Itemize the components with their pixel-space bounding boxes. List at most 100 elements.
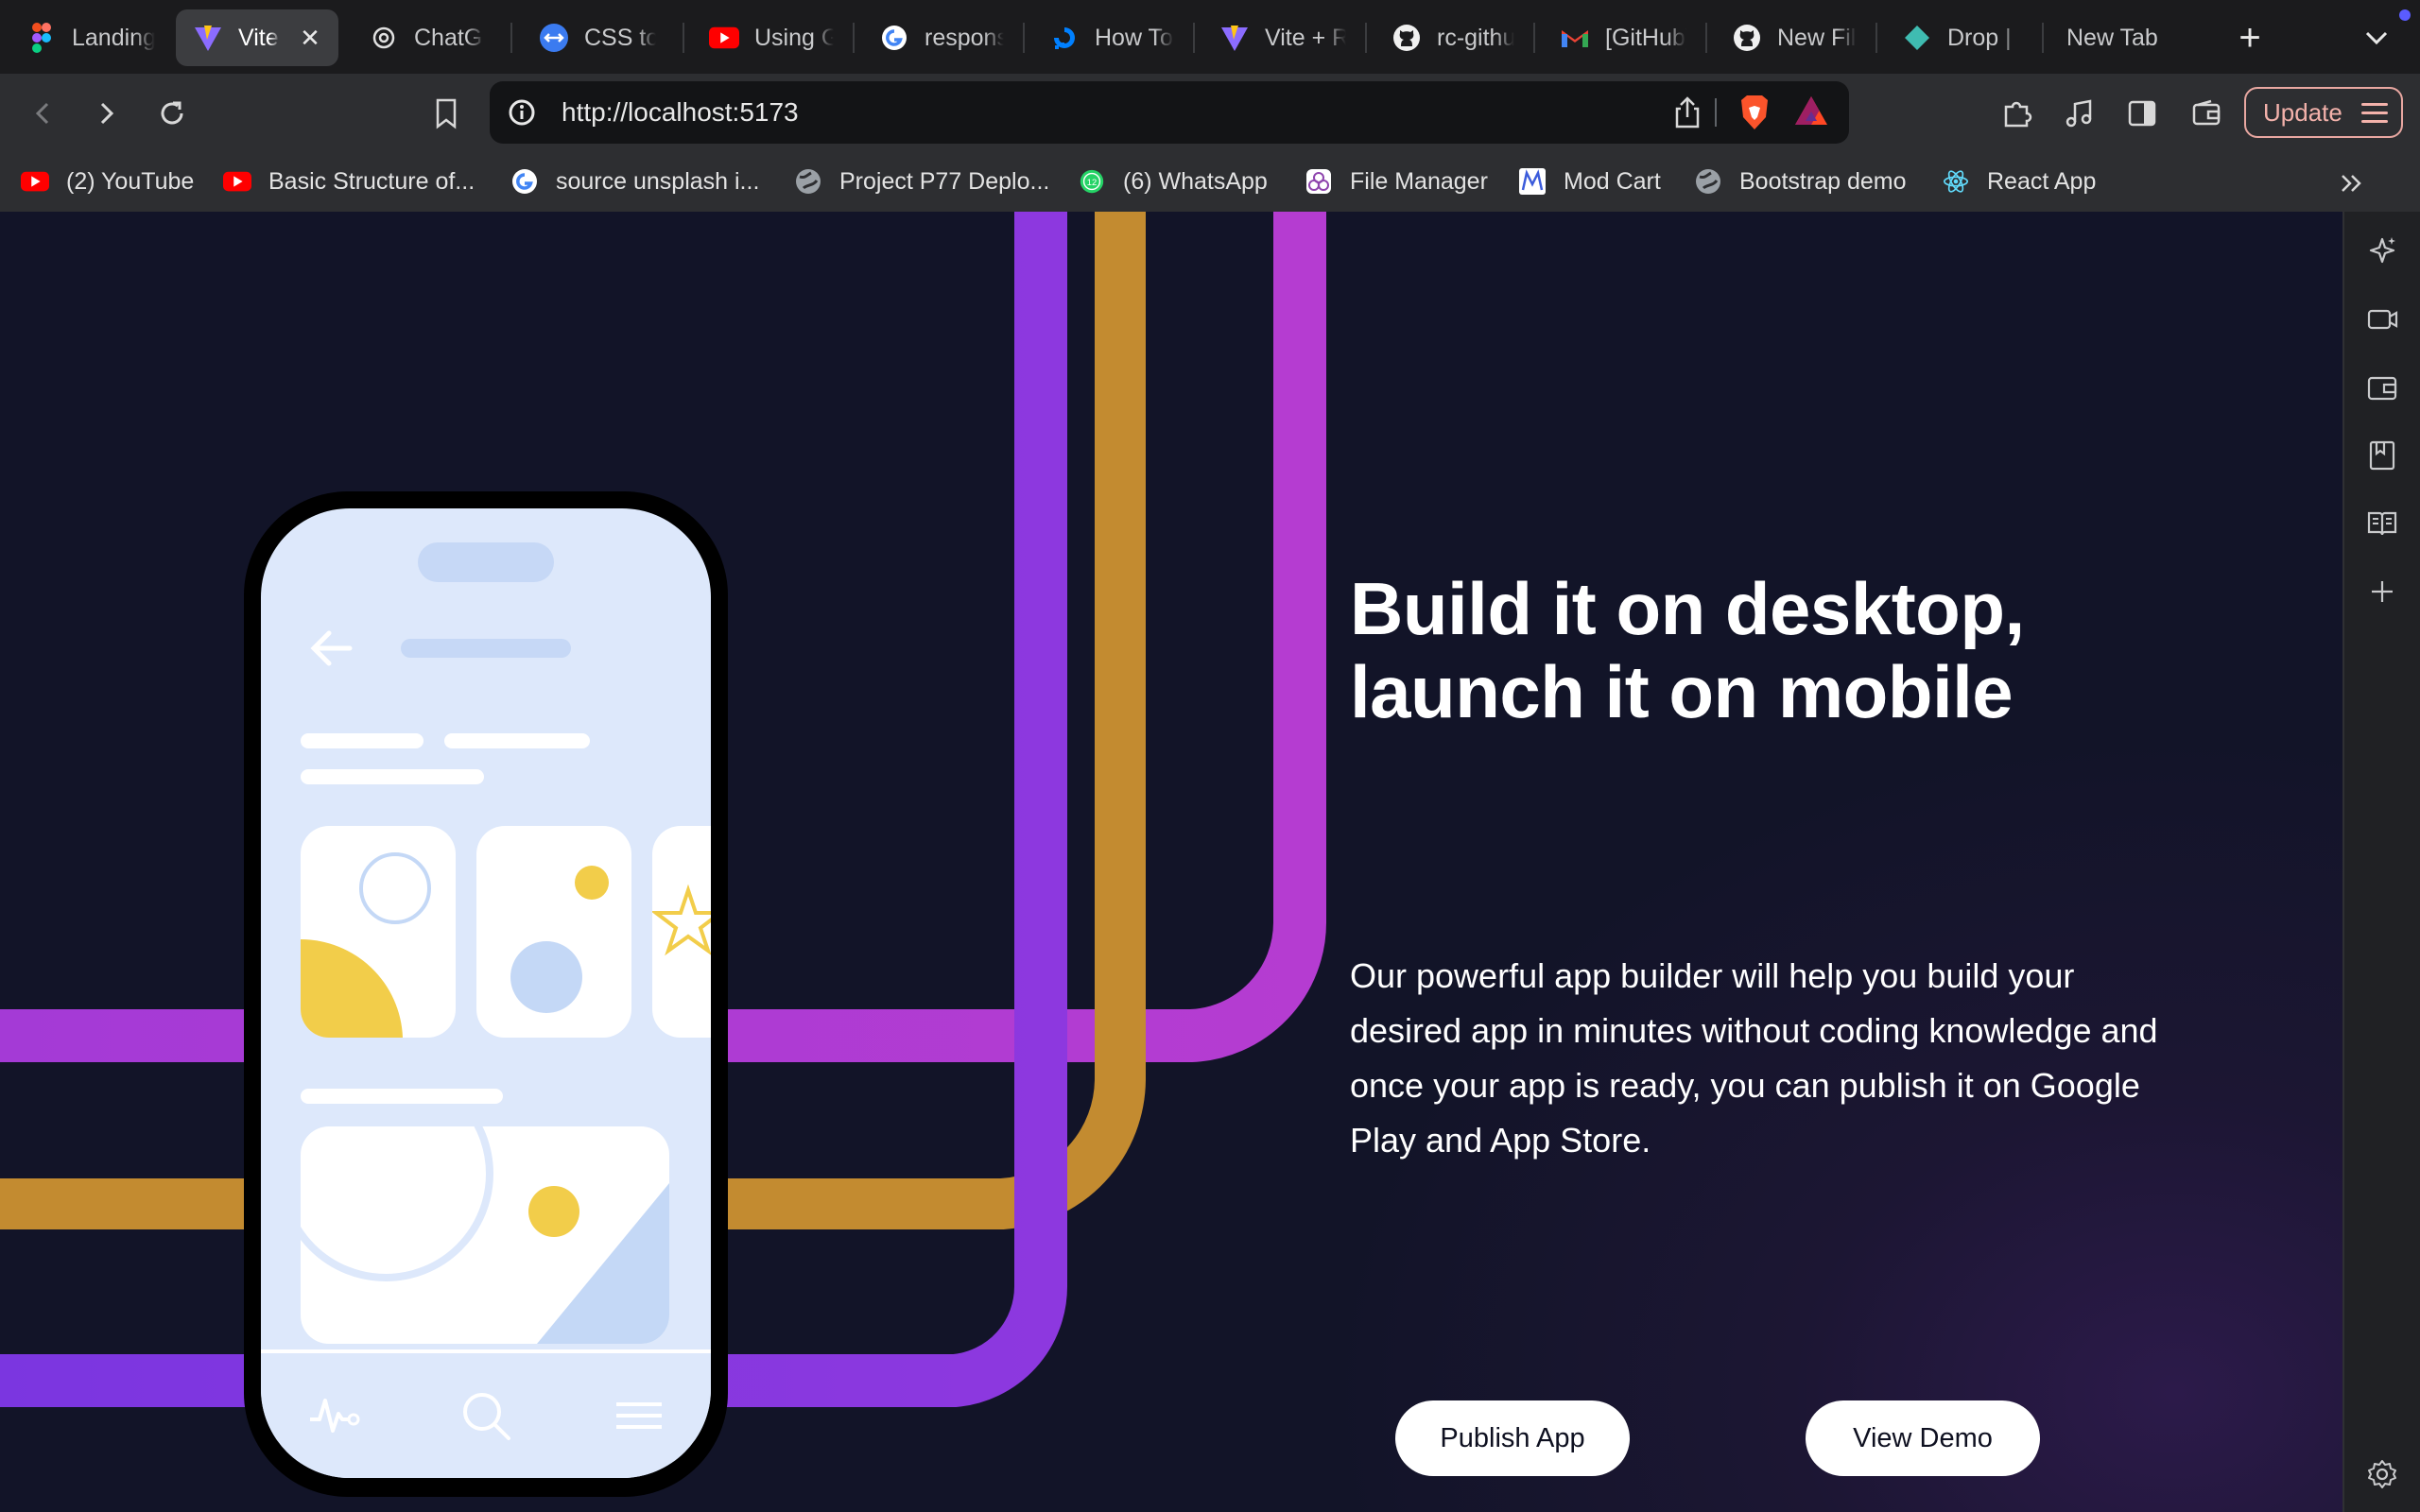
google-icon: [510, 167, 539, 196]
bookmark-youtube[interactable]: (2) YouTube: [21, 163, 194, 200]
bookmark-mod-cart[interactable]: Mod Cart: [1518, 163, 1661, 200]
tab-label: Landing: [72, 24, 155, 51]
bookmark-basic-structure[interactable]: Basic Structure of...: [223, 163, 475, 200]
url-text[interactable]: http://localhost:5173: [562, 81, 799, 144]
bookmark-bootstrap-demo[interactable]: Bootstrap demo: [1694, 163, 1907, 200]
youtube-icon: [223, 167, 251, 196]
tab-separator: [1705, 23, 1707, 53]
wallet-icon[interactable]: [2361, 367, 2403, 408]
site-info-icon[interactable]: [503, 94, 541, 131]
pulse-icon: [306, 1387, 363, 1444]
tab-label: Using Git: [754, 24, 834, 51]
add-icon[interactable]: [2361, 571, 2403, 612]
openai-icon: [369, 23, 399, 53]
tab-separator: [1876, 23, 1877, 53]
bookmark-whatsapp[interactable]: 12 (6) WhatsApp: [1078, 163, 1268, 200]
address-bar[interactable]: http://localhost:5173: [490, 81, 1849, 144]
netlify-icon: [1902, 23, 1932, 53]
extensions-button[interactable]: [1995, 91, 2040, 136]
mod-cart-icon: [1518, 167, 1547, 196]
bookmark-button[interactable]: [424, 91, 469, 136]
reload-icon: [161, 101, 183, 125]
bookmark-label: React App: [1987, 167, 2097, 195]
page-viewport: Build it on desktop, launch it on mobile…: [0, 212, 2342, 1512]
tab-label: New File: [1777, 24, 1857, 51]
tab-netlify-drop[interactable]: Drop | Netlify: [1885, 9, 2036, 66]
sidebar-toggle-button[interactable]: [2119, 91, 2165, 136]
tab-label: New Tab: [2066, 24, 2158, 51]
tab-label: How To: [1095, 24, 1173, 51]
tab-separator: [1023, 23, 1025, 53]
leo-ai-icon[interactable]: [2361, 231, 2403, 272]
phone-bottom-nav: [261, 1349, 711, 1478]
reload-button[interactable]: [149, 91, 195, 136]
bookmark-label: source unsplash i...: [556, 167, 760, 195]
tab-chatgpt[interactable]: ChatGPT: [352, 9, 501, 66]
tab-how-to[interactable]: How To: [1032, 9, 1191, 66]
tab-separator: [2042, 23, 2044, 53]
view-demo-button[interactable]: View Demo: [1806, 1400, 2040, 1476]
brave-shields-icon[interactable]: [1736, 93, 1773, 132]
tab-label: CSS to JSX: [584, 24, 656, 51]
publish-app-button[interactable]: Publish App: [1395, 1400, 1630, 1476]
github-icon: [1732, 23, 1762, 53]
arrow-left-icon: [35, 102, 49, 125]
forward-button[interactable]: [83, 91, 129, 136]
tab-github-mail[interactable]: [GitHub]: [1543, 9, 1703, 66]
google-icon: [879, 23, 909, 53]
tab-vite-react[interactable]: Vite + React: [1202, 9, 1363, 66]
tab-separator: [1365, 23, 1367, 53]
phone-card: [652, 826, 711, 1038]
new-tab-button[interactable]: +: [2227, 15, 2273, 60]
tab-label: [GitHub]: [1605, 24, 1686, 51]
music-note-icon: [2066, 99, 2092, 128]
side-panel: [2342, 212, 2420, 1512]
tab-separator: [1193, 23, 1195, 53]
tab-css-to-jsx[interactable]: CSS to JSX: [522, 9, 673, 66]
tab-label: rc-github: [1437, 24, 1514, 51]
browser-window: Landing Vite + React ✕ ChatGPT CSS to JS…: [0, 0, 2420, 1512]
double-chevron-right-icon[interactable]: [2335, 166, 2369, 200]
video-icon[interactable]: [2361, 299, 2403, 340]
arrow-right-icon: [100, 102, 114, 125]
bookmarks-icon[interactable]: [2361, 435, 2403, 476]
bookmark-project-p77[interactable]: Project P77 Deplo...: [794, 163, 1049, 200]
tab-separator: [853, 23, 855, 53]
divider: [1715, 98, 1717, 127]
back-button[interactable]: [21, 91, 66, 136]
hero-headline: Build it on desktop, launch it on mobile: [1350, 567, 2201, 733]
tab-rc-github[interactable]: rc-github: [1374, 9, 1531, 66]
svg-text:12: 12: [1087, 178, 1097, 187]
tab-new-tab[interactable]: New Tab: [2049, 9, 2210, 66]
tab-responsive[interactable]: responsive: [862, 9, 1021, 66]
wallet-button[interactable]: [2184, 91, 2229, 136]
globe-icon: [1694, 167, 1722, 196]
bookmark-label: (6) WhatsApp: [1123, 167, 1268, 195]
media-button[interactable]: [2057, 91, 2102, 136]
wallet-icon: [2192, 99, 2221, 126]
bookmark-file-manager[interactable]: File Manager: [1305, 163, 1488, 200]
bookmark-react-app[interactable]: React App: [1942, 163, 2096, 200]
bookmark-source-unsplash[interactable]: source unsplash i...: [510, 163, 759, 200]
update-button[interactable]: Update: [2244, 87, 2403, 138]
update-label: Update: [2263, 97, 2342, 127]
tab-new-file[interactable]: New File: [1715, 9, 1874, 66]
tab-landing[interactable]: Landing: [9, 9, 172, 66]
chevron-down-icon[interactable]: [2358, 19, 2395, 57]
close-tab-icon[interactable]: ✕: [295, 23, 325, 53]
bookmark-label: File Manager: [1350, 167, 1488, 195]
bookmark-label: Basic Structure of...: [268, 167, 475, 195]
bookmark-label: Bootstrap demo: [1739, 167, 1907, 195]
brave-rewards-icon[interactable]: [1792, 93, 1830, 130]
phone-illustration: [244, 491, 728, 1497]
tab-label: Drop | Netlify: [1947, 24, 2019, 51]
gear-icon[interactable]: [2361, 1453, 2403, 1495]
tab-separator: [1533, 23, 1535, 53]
reading-list-icon[interactable]: [2361, 503, 2403, 544]
menu-icon: [2361, 103, 2388, 129]
tab-vite-active[interactable]: Vite + React ✕: [176, 9, 338, 66]
tab-using-git[interactable]: Using Git: [692, 9, 851, 66]
share-icon[interactable]: [1669, 94, 1705, 130]
sidebar-icon: [2128, 100, 2156, 127]
notification-dot: [2399, 9, 2411, 21]
